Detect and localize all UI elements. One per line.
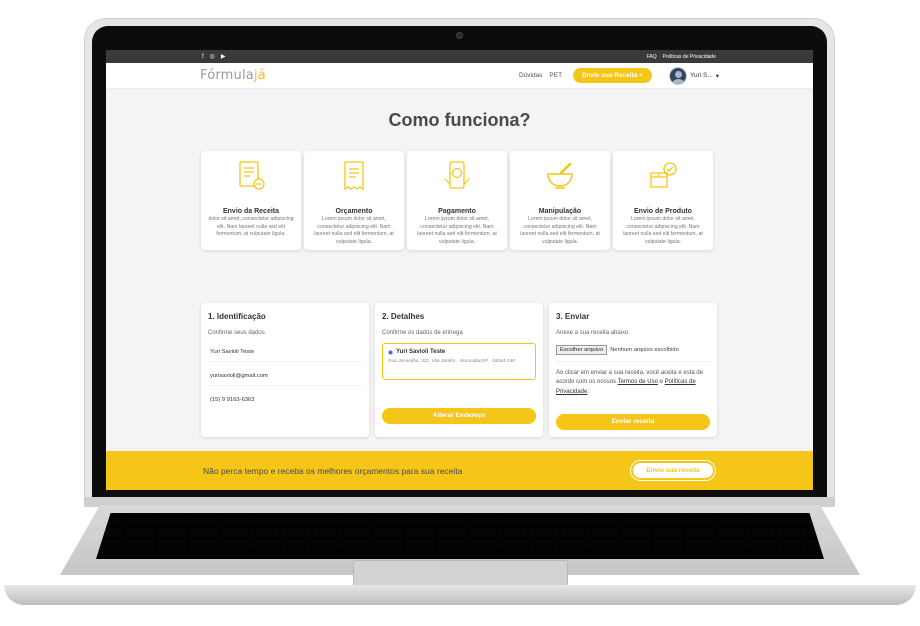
main-nav: Fórmulajá Dúvidas PET Envie sua Receita … [106, 63, 813, 89]
page-title: Como funciona? [388, 110, 531, 130]
mobile-payment-icon [444, 161, 470, 189]
footer-text: Não perca tempo e receba os melhores orç… [203, 465, 463, 476]
name-field[interactable]: Yuri Savioli Teste [208, 344, 362, 362]
address-option[interactable]: Yuri Savioli Teste Rua Jocenilho, 321, V… [382, 343, 536, 380]
step-card: Envio da Receita dolor sit amet, consect… [201, 151, 301, 250]
nav-link-pet[interactable]: PET [549, 72, 562, 79]
user-menu[interactable]: Yuri S... ▾ [668, 66, 719, 85]
youtube-icon[interactable]: ▶ [221, 54, 226, 60]
chevron-down-icon: ▾ [715, 72, 719, 80]
step-title: Manipulação [538, 208, 582, 215]
identification-card: 1. Identificação Confirme seus dados Yur… [201, 303, 369, 437]
step-title: Orçamento [335, 208, 373, 215]
step-description: Lorem ipsum dolor sit amet, consectetur … [314, 216, 394, 245]
step-card: Manipulação Lorem ipsum dolor sit amet, … [510, 151, 610, 250]
address-name: Yuri Savioli Teste [396, 349, 446, 355]
step-description: Lorem ipsum dolor sit amet, consectetur … [417, 216, 497, 245]
how-it-works-steps: Envio da Receita dolor sit amet, consect… [201, 151, 713, 250]
faq-link[interactable]: FAQ [647, 54, 657, 60]
footer-send-button[interactable]: Envio sua receita [631, 461, 715, 480]
step-description: Lorem ipsum dolor sit amet, consectetur … [520, 216, 600, 245]
facebook-icon[interactable]: f [202, 54, 204, 60]
laptop-mockup: f ◎ ▶ FAQ Políticas de Privacidade Fórmu… [0, 0, 920, 626]
user-name: Yuri S... [689, 72, 713, 79]
card-subtitle: Anexe a sua receita abaixo [556, 330, 629, 336]
checkout-cards: 1. Identificação Confirme seus dados Yur… [201, 303, 717, 437]
step-title: Envio da Receita [222, 208, 280, 215]
send-card: 3. Enviar Anexe a sua receita abaixo Esc… [549, 303, 717, 437]
receipt-icon [344, 161, 364, 191]
terms-text: Ao clicar em enviar a sua receita, você … [556, 370, 704, 395]
prescription-icon [239, 161, 265, 190]
address-line: Rua Jocenilho, 321, Vila Jardim - Soroca… [388, 359, 515, 364]
send-prescription-submit-button[interactable]: Enviar receita [556, 414, 710, 430]
step-card: Envio de Produto Lorem ipsum dolor sit a… [613, 151, 713, 250]
nav-links: Dúvidas PET Envie sua Receita + Yuri S..… [519, 66, 719, 85]
choose-file-button[interactable]: Escolher arquivo [556, 345, 608, 355]
laptop-front-edge [4, 585, 916, 605]
send-prescription-button[interactable]: Envie sua Receita + [573, 68, 652, 83]
avatar [668, 66, 687, 85]
step-card: Orçamento Lorem ipsum dolor sit amet, co… [304, 151, 404, 250]
change-address-button[interactable]: Alterar Endereço [382, 408, 536, 424]
step-title: Pagamento [438, 208, 476, 215]
delivery-box-icon [650, 162, 677, 188]
step-description: Lorem ipsum dolor sit amet, consectetur … [623, 216, 703, 245]
step-description: dolor sit amet, consectetur adipiscing e… [208, 216, 294, 238]
privacy-policy-link[interactable]: Políticas de Privacidade [663, 54, 716, 60]
webcam [456, 32, 463, 39]
keyboard [96, 513, 824, 559]
card-subtitle: Confirme seus dados [208, 330, 265, 336]
terms-link[interactable]: Termos de Uso [618, 379, 658, 385]
card-title: 3. Enviar [556, 312, 590, 321]
file-input: Escolher arquivo Nenhum arquivo escolhid… [556, 345, 710, 362]
step-card: Pagamento Lorem ipsum dolor sit amet, co… [407, 151, 507, 250]
trackpad [353, 560, 568, 588]
social-links: f ◎ ▶ [202, 54, 226, 60]
details-card: 2. Detalhes Confirme os dados de entrega… [375, 303, 543, 437]
radio-selected-icon[interactable] [388, 349, 393, 355]
email-field[interactable]: yurisavioli@gmail.com [208, 368, 362, 386]
card-title: 1. Identificação [208, 312, 266, 321]
instagram-icon[interactable]: ◎ [210, 54, 215, 60]
file-status: Nenhum arquivo escolhido [610, 347, 679, 353]
website-screen: f ◎ ▶ FAQ Políticas de Privacidade Fórmu… [106, 50, 813, 490]
logo[interactable]: Fórmulajá [200, 68, 266, 83]
top-bar: f ◎ ▶ FAQ Políticas de Privacidade [106, 50, 813, 63]
footer-banner: Não perca tempo e receba os melhores orç… [106, 451, 813, 490]
nav-link-duvidas[interactable]: Dúvidas [519, 72, 542, 79]
top-links: FAQ Políticas de Privacidade [647, 54, 716, 60]
card-title: 2. Detalhes [382, 312, 425, 321]
phone-field[interactable]: (15) 9 9163-6363 [208, 392, 362, 409]
mortar-pestle-icon [547, 162, 573, 189]
step-title: Envio de Produto [634, 208, 692, 215]
card-subtitle: Confirme os dados de entrega [382, 330, 463, 336]
